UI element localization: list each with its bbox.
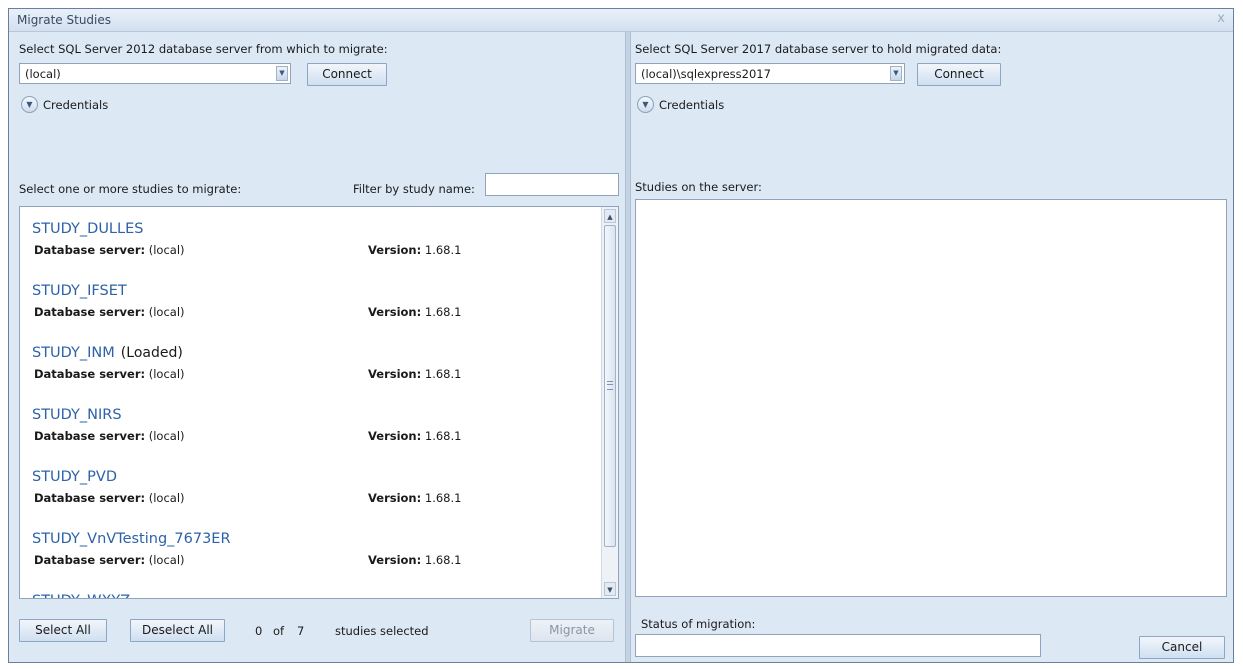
target-pane: Select SQL Server 2017 database server t…	[631, 32, 1233, 662]
study-server-key: Database server:	[34, 243, 146, 257]
study-name: STUDY_PVD	[32, 469, 123, 485]
vertical-scrollbar[interactable]: ▲ ▼	[601, 207, 618, 598]
study-server-key: Database server:	[34, 367, 146, 381]
title-bar: Migrate Studies x	[9, 9, 1233, 32]
scroll-thumb[interactable]	[604, 225, 616, 547]
study-version: Version: 1.68.1	[368, 553, 461, 567]
grip-icon	[607, 381, 613, 390]
chevron-down-icon[interactable]: ▼	[276, 66, 288, 81]
target-server-value: (local)\sqlexpress2017	[641, 67, 771, 81]
cancel-button[interactable]: Cancel	[1139, 636, 1225, 659]
filter-input[interactable]	[485, 173, 619, 196]
studies-to-migrate-label: Select one or more studies to migrate:	[19, 182, 242, 196]
study-server: Database server: (local)	[34, 243, 185, 257]
target-server-combo[interactable]: (local)\sqlexpress2017 ▼	[635, 63, 905, 84]
study-list-item[interactable]: STUDY_DULLES Database server: (local) Vers…	[20, 221, 618, 283]
target-credentials-label[interactable]: Credentials	[659, 98, 724, 112]
selected-count: 0	[255, 624, 263, 638]
window-title: Migrate Studies	[17, 13, 112, 27]
study-server: Database server: (local)	[34, 491, 185, 505]
study-list-item[interactable]: STUDY_VnVTesting_7673ER Database server: …	[20, 531, 618, 593]
study-server-value: (local)	[148, 491, 185, 505]
study-server-key: Database server:	[34, 491, 146, 505]
study-version: Version: 1.68.1	[368, 305, 461, 319]
study-version: Version: 1.68.1	[368, 429, 461, 443]
migrate-studies-dialog: Migrate Studies x Select SQL Server 2012…	[8, 8, 1234, 663]
source-pane: Select SQL Server 2012 database server f…	[15, 32, 625, 662]
filter-label: Filter by study name:	[353, 182, 475, 196]
study-name: STUDY_WXYZ	[32, 593, 136, 598]
study-server-value: (local)	[148, 553, 185, 567]
study-name-text: STUDY_PVD	[32, 469, 117, 485]
source-connect-button[interactable]: Connect	[307, 63, 387, 86]
study-version-key: Version:	[368, 305, 422, 319]
of-label: of	[273, 624, 285, 638]
source-credentials-expander-icon[interactable]: ▼	[21, 96, 38, 113]
target-credentials-expander-icon[interactable]: ▼	[637, 96, 654, 113]
study-version: Version: 1.68.1	[368, 491, 461, 505]
study-server: Database server: (local)	[34, 553, 185, 567]
study-version-key: Version:	[368, 553, 422, 567]
study-server-value: (local)	[148, 305, 185, 319]
migrate-button[interactable]: Migrate	[530, 619, 614, 642]
study-server: Database server: (local)	[34, 305, 185, 319]
study-list-item[interactable]: STUDY_WXYZ	[20, 593, 618, 598]
deselect-all-button[interactable]: Deselect All	[130, 619, 225, 642]
study-version-value: 1.68.1	[424, 491, 462, 505]
source-server-value: (local)	[25, 67, 61, 81]
source-studies-list[interactable]: STUDY_DULLES Database server: (local) Vers…	[19, 206, 619, 599]
target-studies-list[interactable]	[635, 199, 1227, 597]
study-name-text: STUDY_VnVTesting_7673ER	[32, 531, 231, 547]
status-label: Status of migration:	[641, 617, 756, 631]
study-loaded-flag: (Loaded)	[120, 345, 183, 361]
close-icon[interactable]: x	[1217, 11, 1225, 26]
study-version-value: 1.68.1	[424, 305, 462, 319]
source-server-label: Select SQL Server 2012 database server f…	[19, 42, 388, 56]
target-connect-button[interactable]: Connect	[917, 63, 1001, 86]
study-version-value: 1.68.1	[424, 553, 462, 567]
study-version: Version: 1.68.1	[368, 243, 461, 257]
source-credentials-label[interactable]: Credentials	[43, 98, 108, 112]
study-list-item[interactable]: STUDY_IFSET Database server: (local) Versi…	[20, 283, 618, 345]
study-name: STUDY_VnVTesting_7673ER	[32, 531, 237, 547]
study-server: Database server: (local)	[34, 367, 185, 381]
select-all-button[interactable]: Select All	[19, 619, 107, 642]
study-name-text: STUDY_NIRS	[32, 407, 122, 423]
study-name: STUDY_DULLES	[32, 221, 149, 237]
study-server-value: (local)	[148, 367, 185, 381]
study-version-value: 1.68.1	[424, 429, 462, 443]
study-name-text: STUDY_IFSET	[32, 283, 127, 299]
scroll-down-icon[interactable]: ▼	[604, 582, 616, 596]
study-list-item[interactable]: STUDY_NIRS Database server: (local) Versio…	[20, 407, 618, 469]
studies-selected-label: studies selected	[335, 624, 429, 638]
study-name-text: STUDY_WXYZ	[32, 593, 130, 598]
study-server-key: Database server:	[34, 429, 146, 443]
study-name-text: STUDY_INM	[32, 345, 115, 361]
target-server-label: Select SQL Server 2017 database server t…	[635, 42, 1002, 56]
target-studies-label: Studies on the server:	[635, 180, 762, 194]
study-name: STUDY_IFSET	[32, 283, 133, 299]
study-server-key: Database server:	[34, 553, 146, 567]
study-name: STUDY_INM (Loaded)	[32, 345, 183, 361]
study-version-key: Version:	[368, 243, 422, 257]
study-server-key: Database server:	[34, 305, 146, 319]
study-name-text: STUDY_DULLES	[32, 221, 144, 237]
study-server-value: (local)	[148, 429, 185, 443]
study-list-item[interactable]: STUDY_INM (Loaded) Database server: (local…	[20, 345, 618, 407]
study-list-item[interactable]: STUDY_PVD Database server: (local) Version…	[20, 469, 618, 531]
total-count: 7	[297, 624, 305, 638]
source-server-combo[interactable]: (local) ▼	[19, 63, 291, 84]
study-server: Database server: (local)	[34, 429, 185, 443]
chevron-down-icon[interactable]: ▼	[890, 66, 902, 81]
study-version-key: Version:	[368, 367, 422, 381]
study-name: STUDY_NIRS	[32, 407, 128, 423]
study-server-value: (local)	[148, 243, 185, 257]
status-field	[635, 634, 1041, 657]
study-version: Version: 1.68.1	[368, 367, 461, 381]
scroll-up-icon[interactable]: ▲	[604, 209, 616, 223]
study-version-key: Version:	[368, 491, 422, 505]
study-version-value: 1.68.1	[424, 243, 462, 257]
study-version-key: Version:	[368, 429, 422, 443]
study-version-value: 1.68.1	[424, 367, 462, 381]
